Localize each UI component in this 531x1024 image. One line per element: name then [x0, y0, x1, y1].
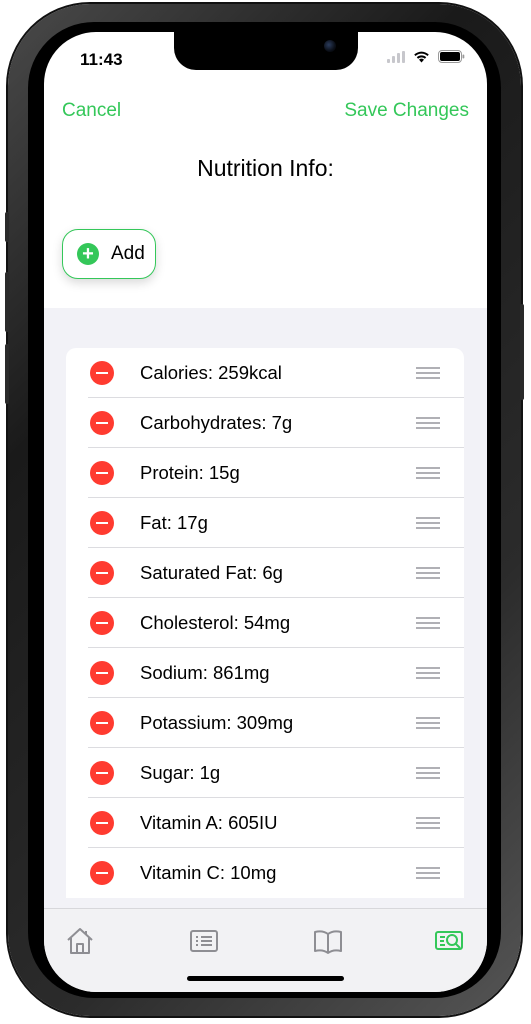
volume-down-button	[5, 344, 9, 404]
list-icon	[190, 930, 218, 952]
screen: 11:43 Cancel Save Changes Nutrition Info…	[44, 32, 487, 992]
delete-icon[interactable]	[90, 711, 114, 735]
wifi-icon	[414, 51, 429, 63]
nutrition-list: Calories: 259kcal Carbohydrates: 7g Prot…	[66, 348, 464, 898]
nutrition-item-label: Sodium: 861mg	[140, 662, 270, 683]
reorder-handle-icon[interactable]	[416, 417, 440, 429]
save-changes-button[interactable]: Save Changes	[344, 100, 469, 122]
reorder-handle-icon[interactable]	[416, 717, 440, 729]
delete-icon[interactable]	[90, 861, 114, 885]
tab-list[interactable]	[188, 925, 220, 957]
nutrition-item-label: Vitamin A: 605IU	[140, 812, 278, 833]
reorder-handle-icon[interactable]	[416, 567, 440, 579]
search-recipe-icon	[435, 931, 463, 950]
reorder-handle-icon[interactable]	[416, 617, 440, 629]
delete-icon[interactable]	[90, 561, 114, 585]
home-indicator[interactable]	[187, 976, 344, 981]
nutrition-item-label: Protein: 15g	[140, 462, 240, 483]
signal-icon	[387, 50, 405, 63]
list-item: Calories: 259kcal	[66, 348, 464, 398]
list-item: Protein: 15g	[66, 448, 464, 498]
list-item: Potassium: 309mg	[66, 698, 464, 748]
status-icons	[387, 50, 465, 63]
list-item: Sodium: 861mg	[66, 648, 464, 698]
camera-icon	[324, 40, 336, 52]
list-item: Vitamin C: 10mg	[66, 848, 464, 898]
reorder-handle-icon[interactable]	[416, 667, 440, 679]
delete-icon[interactable]	[90, 761, 114, 785]
list-item: Fat: 17g	[66, 498, 464, 548]
plus-circle-icon: +	[77, 243, 99, 265]
list-item: Cholesterol: 54mg	[66, 598, 464, 648]
nutrition-item-label: Calories: 259kcal	[140, 362, 282, 383]
add-button-label: Add	[111, 243, 145, 264]
list-item: Saturated Fat: 6g	[66, 548, 464, 598]
list-item: Vitamin A: 605IU	[66, 798, 464, 848]
list-item: Sugar: 1g	[66, 748, 464, 798]
tab-home[interactable]	[64, 925, 96, 957]
nutrition-item-label: Sugar: 1g	[140, 762, 221, 783]
nutrition-item-label: Carbohydrates: 7g	[140, 412, 293, 433]
home-icon	[67, 928, 93, 954]
nutrition-item-label: Potassium: 309mg	[140, 712, 294, 733]
nutrition-item-label: Cholesterol: 54mg	[140, 612, 291, 633]
delete-icon[interactable]	[90, 511, 114, 535]
power-button	[520, 304, 524, 400]
delete-icon[interactable]	[90, 411, 114, 435]
book-icon	[314, 930, 342, 954]
add-button[interactable]: + Add	[62, 229, 156, 279]
delete-icon[interactable]	[90, 361, 114, 385]
page-title: Nutrition Info:	[197, 155, 334, 181]
delete-icon[interactable]	[90, 811, 114, 835]
cancel-button[interactable]: Cancel	[62, 100, 121, 122]
volume-up-button	[5, 272, 9, 332]
list-item: Carbohydrates: 7g	[66, 398, 464, 448]
delete-icon[interactable]	[90, 661, 114, 685]
nutrition-item-label: Saturated Fat: 6g	[140, 562, 283, 583]
reorder-handle-icon[interactable]	[416, 367, 440, 379]
tab-search-recipe[interactable]	[434, 925, 466, 957]
nutrition-item-label: Vitamin C: 10mg	[140, 862, 277, 883]
nutrition-item-label: Fat: 17g	[140, 512, 208, 533]
delete-icon[interactable]	[90, 461, 114, 485]
tab-book[interactable]	[312, 925, 344, 957]
reorder-handle-icon[interactable]	[416, 467, 440, 479]
reorder-handle-icon[interactable]	[416, 517, 440, 529]
delete-icon[interactable]	[90, 611, 114, 635]
reorder-handle-icon[interactable]	[416, 867, 440, 879]
battery-icon	[438, 50, 465, 63]
notch	[174, 32, 358, 70]
reorder-handle-icon[interactable]	[416, 767, 440, 779]
reorder-handle-icon[interactable]	[416, 817, 440, 829]
status-time: 11:43	[80, 50, 123, 69]
mute-switch	[5, 212, 9, 242]
